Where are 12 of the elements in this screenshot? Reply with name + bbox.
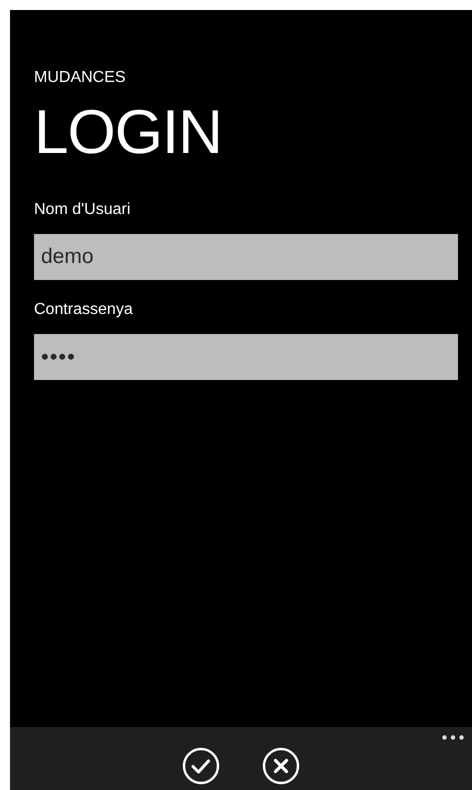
check-icon (182, 747, 220, 785)
close-icon (262, 747, 300, 785)
page-title: LOGIN (34, 98, 222, 168)
password-field[interactable]: •••• (34, 334, 458, 380)
cancel-button[interactable] (262, 747, 300, 785)
field-label: Nom d'Usuari (34, 200, 130, 220)
field-label: Contrassenya (34, 300, 133, 320)
more-icon (442, 735, 464, 740)
input-field[interactable]: demo (34, 234, 458, 280)
accept-button[interactable] (182, 747, 220, 785)
more-button[interactable] (442, 735, 464, 740)
app-title: MUDANCES (34, 68, 126, 88)
